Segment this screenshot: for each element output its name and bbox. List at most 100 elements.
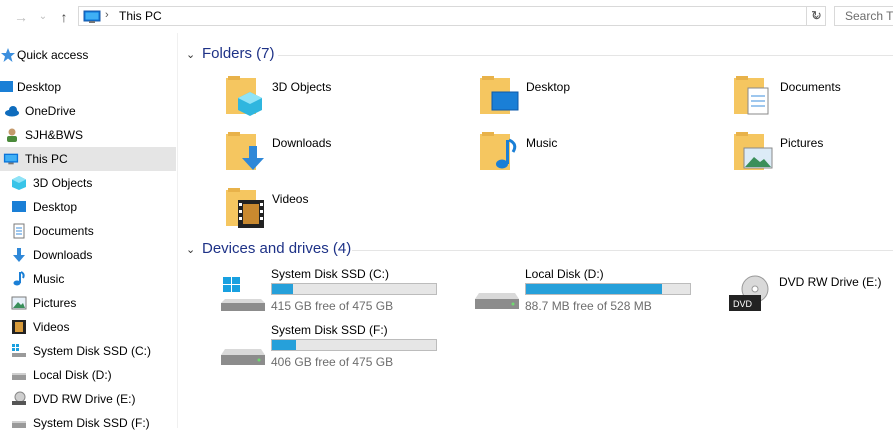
drive-icon [12,421,26,428]
folder-desktop[interactable]: Desktop [480,74,710,126]
downloads-icon [13,248,25,262]
folder-music[interactable]: Music [480,130,710,182]
drive-free-space: 406 GB free of 475 GB [271,355,394,369]
drive-usage-fill [272,340,296,350]
nav-item-onedrive[interactable]: OneDrive [0,99,176,123]
recent-locations-chevron-icon[interactable]: ⌄ [34,8,52,26]
onedrive-cloud-icon [5,106,19,117]
breadcrumb-separator-icon: › [105,9,109,21]
documents-icon [13,223,25,239]
nav-item-desktop[interactable]: Desktop [0,195,176,219]
refresh-icon[interactable]: ↻ [806,6,826,26]
address-row: → ⌄ ↑ › This PC ⌄ ↻ Search This PC [0,0,893,33]
drive-usage-bar [271,339,437,351]
videos-icon [12,320,26,334]
nav-item-this-pc[interactable]: This PC [0,147,176,171]
folder-label: Downloads [272,136,332,150]
3d-objects-folder-icon [226,76,262,116]
nav-item-label: 3D Objects [33,176,93,190]
windows-drive-icon [12,344,26,357]
music-icon [13,271,25,286]
pictures-folder-icon [734,132,773,170]
drive-icon [221,349,265,365]
nav-item-3d-objects[interactable]: 3D Objects [0,171,176,195]
documents-folder-icon [734,76,769,115]
nav-item-drive-d[interactable]: Local Disk (D:) [0,363,176,387]
folder-label: Pictures [780,136,824,150]
3d-objects-icon [12,176,26,190]
folder-pictures[interactable]: Pictures [734,130,893,182]
drive-name: DVD RW Drive (E:) [779,275,882,289]
nav-item-label: SJH&BWS [25,128,84,142]
nav-item-desktop-root[interactable]: Desktop [0,75,176,99]
up-arrow-icon[interactable]: ↑ [55,8,73,26]
nav-item-pictures[interactable]: Pictures [0,291,176,315]
nav-item-videos[interactable]: Videos [0,315,176,339]
folder-documents[interactable]: Documents [734,74,893,126]
address-bar[interactable]: › This PC ⌄ [78,6,826,26]
search-input[interactable]: Search This PC [834,6,893,26]
this-pc-icon [3,153,19,165]
group-divider [278,55,893,56]
folder-3d-objects[interactable]: 3D Objects [226,74,456,126]
drive-c[interactable]: System Disk SSD (C:) 415 GB free of 475 … [221,267,461,317]
videos-folder-icon [226,188,264,228]
back-arrow-icon[interactable]: → [12,8,30,26]
folder-videos[interactable]: Videos [226,186,456,238]
nav-item-quick-access[interactable]: Quick access [0,43,176,67]
drive-e[interactable]: DVD DVD RW Drive (E:) [729,267,889,317]
desktop-icon [12,201,26,212]
drive-usage-bar [271,283,437,295]
nav-item-drive-e[interactable]: DVD RW Drive (E:) [0,387,176,411]
folders-group-header[interactable]: ⌄ Folders (7) [186,45,893,62]
drive-free-space: 88.7 MB free of 528 MB [525,299,652,313]
nav-item-drive-c[interactable]: System Disk SSD (C:) [0,339,176,363]
nav-item-label: Desktop [33,200,78,214]
drive-free-space: 415 GB free of 475 GB [271,299,394,313]
drive-f[interactable]: System Disk SSD (F:) 406 GB free of 475 … [221,323,461,373]
desktop-folder-icon [480,76,519,114]
star-icon [1,48,15,62]
nav-item-label: Quick access [17,48,89,62]
drive-name: Local Disk (D:) [525,267,604,281]
drive-icon [12,373,26,380]
nav-item-label: System Disk SSD (C:) [33,344,152,358]
nav-item-downloads[interactable]: Downloads [0,243,176,267]
navigation-pane: Quick access Desktop OneDrive SJH&BWS Th… [0,33,178,430]
nav-item-label: Pictures [33,296,77,310]
downloads-folder-icon [226,132,264,170]
nav-item-label: Desktop [17,80,62,94]
chevron-down-icon[interactable]: ⌄ [186,243,196,256]
nav-item-documents[interactable]: Documents [0,219,176,243]
folder-label: Documents [780,80,841,94]
folder-downloads[interactable]: Downloads [226,130,456,182]
folder-label: Music [526,136,558,150]
folder-label: Videos [272,192,309,206]
dvd-drive-icon [12,391,26,405]
nav-item-label: Music [33,272,65,286]
nav-item-label: System Disk SSD (F:) [33,416,150,430]
windows-drive-icon [221,277,265,311]
desktop-icon [0,81,13,92]
music-folder-icon [480,132,517,170]
drive-usage-fill [526,284,663,294]
this-pc-icon [83,10,101,23]
nav-item-drive-f[interactable]: System Disk SSD (F:) [0,411,176,435]
folder-label: Desktop [526,80,571,94]
drives-group-title: Devices and drives (4) [202,240,352,257]
drive-name: System Disk SSD (F:) [271,323,388,337]
nav-item-music[interactable]: Music [0,267,176,291]
drive-name: System Disk SSD (C:) [271,267,390,281]
nav-item-label: Documents [33,224,94,238]
nav-item-user[interactable]: SJH&BWS [0,123,176,147]
pictures-icon [11,296,27,310]
nav-item-label: DVD RW Drive (E:) [33,392,136,406]
breadcrumb-location[interactable]: This PC [119,9,162,23]
chevron-down-icon[interactable]: ⌄ [186,48,196,61]
drives-group-header[interactable]: ⌄ Devices and drives (4) [186,240,893,257]
folders-group-title: Folders (7) [202,45,275,62]
dvd-drive-icon: DVD [729,275,769,311]
drive-usage-bar [525,283,691,295]
drive-d[interactable]: Local Disk (D:) 88.7 MB free of 528 MB [475,267,715,317]
drive-icon [475,293,519,309]
